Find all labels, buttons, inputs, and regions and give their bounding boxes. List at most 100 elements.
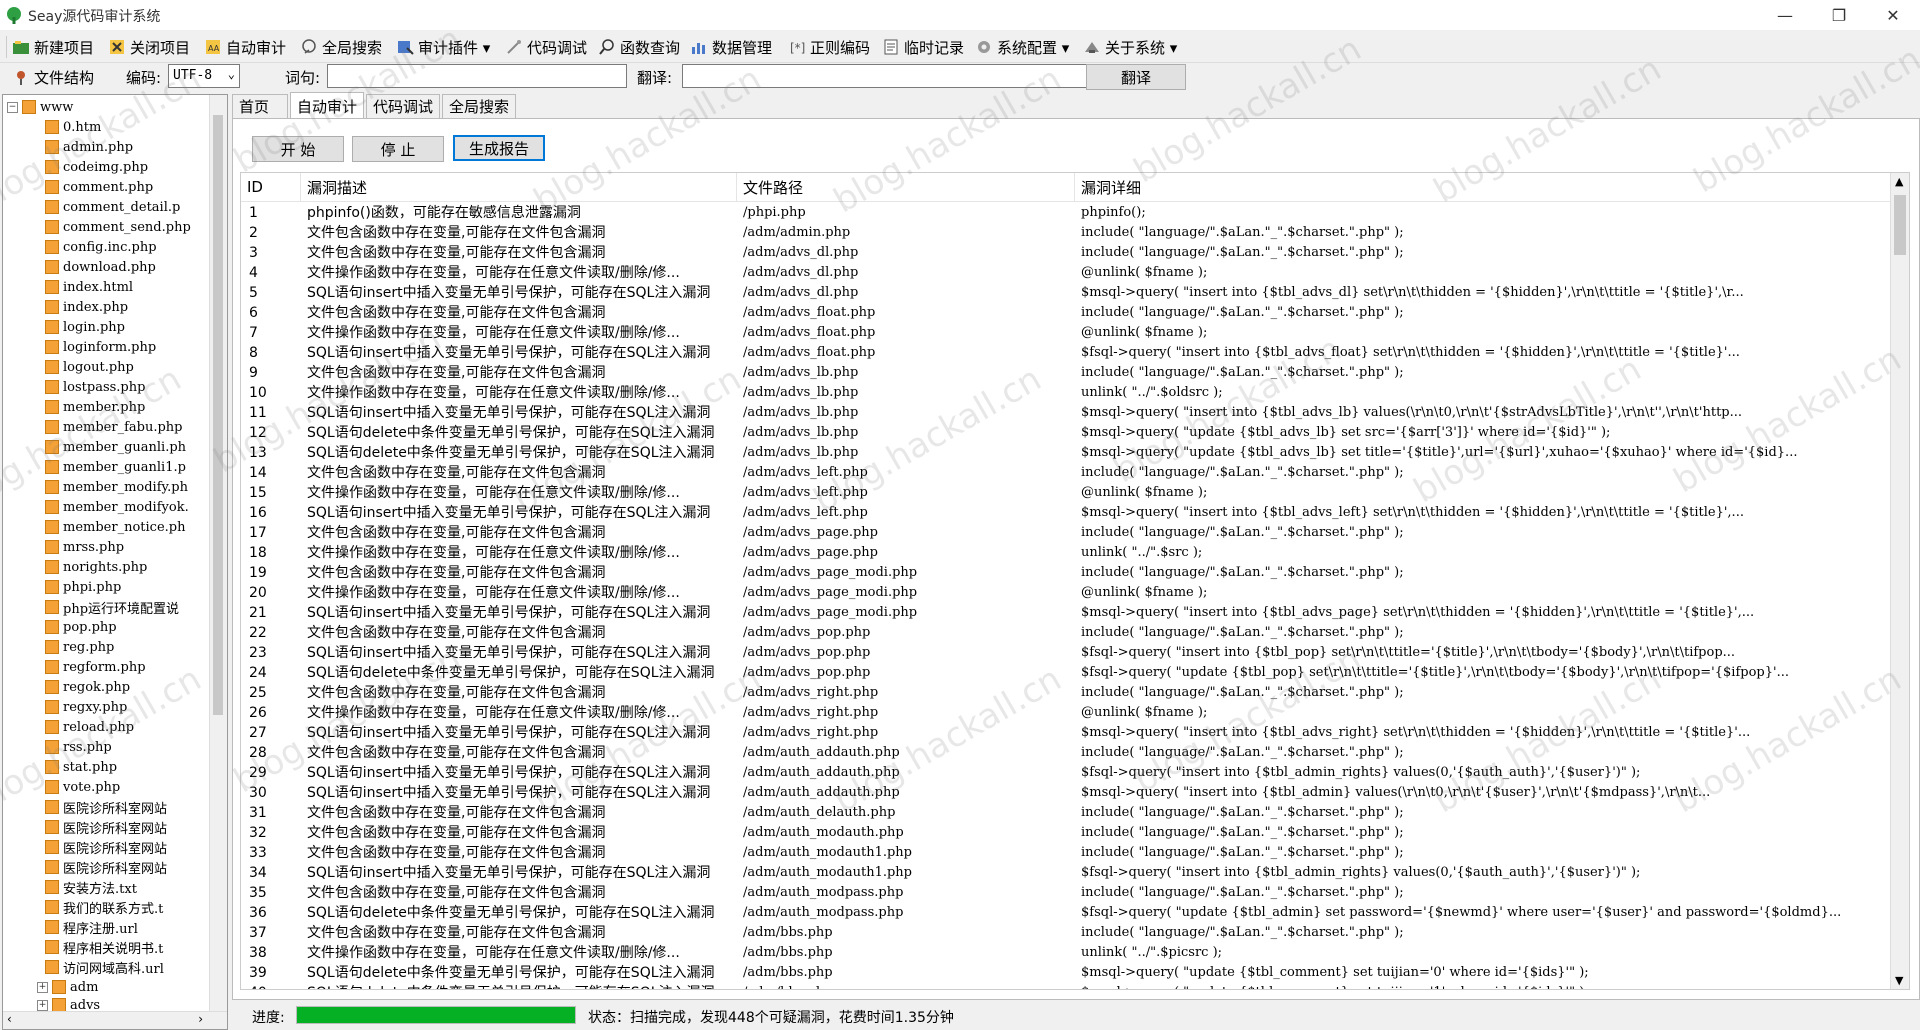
scroll-thumb[interactable] [213,115,223,715]
tree-file-item[interactable]: index.html [45,277,133,297]
scroll-right-icon[interactable]: › [198,1012,203,1026]
expand-icon[interactable]: + [37,999,48,1011]
table-row[interactable]: 13 SQL语句delete中条件变量无单引号保护，可能存在SQL注入漏洞/adm… [241,443,1891,463]
table-row[interactable]: 1 phpinfo()函数，可能存在敏感信息泄露漏洞/phpi.php phpinf… [241,203,1891,223]
tree-file-item[interactable]: member_modifyok. [45,497,189,517]
tree-file-item[interactable]: norights.php [45,557,147,577]
tree-file-item[interactable]: codeimg.php [45,157,148,177]
temp-notes-button[interactable]: 临时记录 [882,36,964,58]
table-row[interactable]: 8 SQL语句insert中插入变量无单引号保护，可能存在SQL注入漏洞/adm/… [241,343,1891,363]
column-header-description[interactable]: 漏洞描述 [301,173,737,201]
file-tree[interactable]: − www 0.htm admin.php codeimg.php comment.p… [2,94,228,1030]
tree-file-item[interactable]: logout.php [45,357,134,377]
tree-file-item[interactable]: loginform.php [45,337,156,357]
regex-encode-button[interactable]: [*] 正则编码 [788,36,870,58]
tree-file-item[interactable]: 访问网域高科.url [45,957,164,977]
tree-file-item[interactable]: 程序相关说明书.t [45,937,163,957]
table-row[interactable]: 11 SQL语句insert中插入变量无单引号保护，可能存在SQL注入漏洞/adm… [241,403,1891,423]
table-row[interactable]: 31 文件包含函数中存在变量,可能存在文件包含漏洞/adm/auth_delaut… [241,803,1891,823]
generate-report-button[interactable]: 生成报告 [453,135,545,161]
tree-file-item[interactable]: config.inc.php [45,237,157,257]
tree-file-item[interactable]: php运行环境配置说 [45,597,179,617]
scroll-thumb[interactable] [1894,195,1906,255]
table-row[interactable]: 9 文件包含函数中存在变量,可能存在文件包含漏洞/adm/advs_lb.php i… [241,363,1891,383]
scroll-left-icon[interactable]: ‹ [7,1012,12,1026]
tab-home[interactable]: 首页 [232,94,288,118]
table-row[interactable]: 18 文件操作函数中存在变量，可能存在任意文件读取/删除/修... /adm/adv… [241,543,1891,563]
table-row[interactable]: 14 文件包含函数中存在变量,可能存在文件包含漏洞/adm/advs_left.p… [241,463,1891,483]
table-row[interactable]: 7 文件操作函数中存在变量，可能存在任意文件读取/删除/修... /adm/advs… [241,323,1891,343]
results-table[interactable]: ID 漏洞描述 文件路径 漏洞详细 1 phpinfo()函数，可能存在敏感信息泄… [240,172,1910,990]
close-project-button[interactable]: 关闭项目 [108,36,190,58]
table-row[interactable]: 39 SQL语句delete中条件变量无单引号保护，可能存在SQL注入漏洞/adm… [241,963,1891,983]
close-button[interactable]: ✕ [1866,0,1920,30]
data-manage-button[interactable]: 数据管理 [690,36,772,58]
tab-code-debug[interactable]: 代码调试 [366,94,440,118]
table-row[interactable]: 36 SQL语句delete中条件变量无单引号保护，可能存在SQL注入漏洞/adm… [241,903,1891,923]
tree-file-item[interactable]: member_fabu.php [45,417,182,437]
tree-file-item[interactable]: member_notice.ph [45,517,185,537]
table-row[interactable]: 2 文件包含函数中存在变量,可能存在文件包含漏洞/adm/admin.php inc… [241,223,1891,243]
table-row[interactable]: 26 文件操作函数中存在变量，可能存在任意文件读取/删除/修... /adm/adv… [241,703,1891,723]
table-row[interactable]: 5 SQL语句insert中插入变量无单引号保护，可能存在SQL注入漏洞/adm/… [241,283,1891,303]
tree-file-item[interactable]: phpi.php [45,577,121,597]
table-row[interactable]: 40 SQL语句delete中条件变量无单引号保护，可能存在SQL注入漏洞/adm… [241,983,1891,989]
tree-file-item[interactable]: comment_detail.p [45,197,180,217]
tree-file-item[interactable]: 0.htm [45,117,101,137]
translate-input[interactable] [682,64,1110,88]
table-row[interactable]: 6 文件包含函数中存在变量,可能存在文件包含漏洞/adm/advs_float.p… [241,303,1891,323]
table-row[interactable]: 37 文件包含函数中存在变量,可能存在文件包含漏洞/adm/bbs.php incl… [241,923,1891,943]
tree-file-item[interactable]: stat.php [45,757,117,777]
function-search-button[interactable]: 函数查询 [598,36,680,58]
table-row[interactable]: 30 SQL语句insert中插入变量无单引号保护，可能存在SQL注入漏洞/adm… [241,783,1891,803]
global-search-button[interactable]: 全局搜索 [300,36,382,58]
tree-file-item[interactable]: mrss.php [45,537,124,557]
minimize-button[interactable]: — [1758,0,1812,30]
audit-plugin-menu[interactable]: 审计插件 ▾ [396,36,490,58]
tree-file-item[interactable]: 医院诊所科室网站 [45,857,167,877]
table-row[interactable]: 16 SQL语句insert中插入变量无单引号保护，可能存在SQL注入漏洞/adm… [241,503,1891,523]
tree-file-item[interactable]: lostpass.php [45,377,145,397]
tab-global-search[interactable]: 全局搜索 [442,94,516,118]
word-input[interactable] [327,64,627,88]
tree-horizontal-scrollbar[interactable]: ‹ › [3,1011,227,1029]
tree-file-item[interactable]: login.php [45,317,125,337]
table-row[interactable]: 22 文件包含函数中存在变量,可能存在文件包含漏洞/adm/advs_pop.ph… [241,623,1891,643]
column-header-id[interactable]: ID [241,173,301,201]
code-debug-button[interactable]: 代码调试 [505,36,587,58]
table-row[interactable]: 21 SQL语句insert中插入变量无单引号保护，可能存在SQL注入漏洞/adm… [241,603,1891,623]
table-row[interactable]: 12 SQL语句delete中条件变量无单引号保护，可能存在SQL注入漏洞/adm… [241,423,1891,443]
tree-file-item[interactable]: 我们的联系方式.t [45,897,163,917]
table-row[interactable]: 20 文件操作函数中存在变量，可能存在任意文件读取/删除/修... /adm/adv… [241,583,1891,603]
tree-file-item[interactable]: reg.php [45,637,114,657]
scroll-down-icon[interactable]: ▼ [1895,974,1903,987]
translate-button[interactable]: 翻译 [1086,64,1186,90]
auto-audit-button[interactable]: AA 自动审计 [204,36,286,58]
tree-file-item[interactable]: member_guanli1.p [45,457,186,477]
tree-file-item[interactable]: regform.php [45,657,146,677]
table-row[interactable]: 10 文件操作函数中存在变量，可能存在任意文件读取/删除/修... /adm/adv… [241,383,1891,403]
table-row[interactable]: 23 SQL语句insert中插入变量无单引号保护，可能存在SQL注入漏洞/adm… [241,643,1891,663]
maximize-button[interactable]: ❐ [1812,0,1866,30]
tree-file-item[interactable]: index.php [45,297,128,317]
system-config-menu[interactable]: 系统配置 ▾ [975,36,1069,58]
tree-file-item[interactable]: member.php [45,397,145,417]
stop-button[interactable]: 停 止 [352,136,444,162]
tree-file-item[interactable]: regxy.php [45,697,127,717]
table-row[interactable]: 29 SQL语句insert中插入变量无单引号保护，可能存在SQL注入漏洞/adm… [241,763,1891,783]
column-header-path[interactable]: 文件路径 [737,173,1075,201]
table-row[interactable]: 4 文件操作函数中存在变量，可能存在任意文件读取/删除/修... /adm/advs… [241,263,1891,283]
tree-file-item[interactable]: 程序注册.url [45,917,138,937]
expand-icon[interactable]: + [37,981,48,993]
tree-file-item[interactable]: 安装方法.txt [45,877,137,897]
tree-file-item[interactable]: 医院诊所科室网站 [45,797,167,817]
tree-root[interactable]: − www [7,97,73,117]
tree-file-item[interactable]: comment.php [45,177,153,197]
tree-vertical-scrollbar[interactable] [209,95,227,1013]
table-row[interactable]: 32 文件包含函数中存在变量,可能存在文件包含漏洞/adm/auth_modaut… [241,823,1891,843]
tree-file-item[interactable]: 医院诊所科室网站 [45,817,167,837]
tree-file-item[interactable]: regok.php [45,677,130,697]
tree-file-item[interactable]: download.php [45,257,156,277]
tree-file-item[interactable]: comment_send.php [45,217,191,237]
table-row[interactable]: 3 文件包含函数中存在变量,可能存在文件包含漏洞/adm/advs_dl.php i… [241,243,1891,263]
